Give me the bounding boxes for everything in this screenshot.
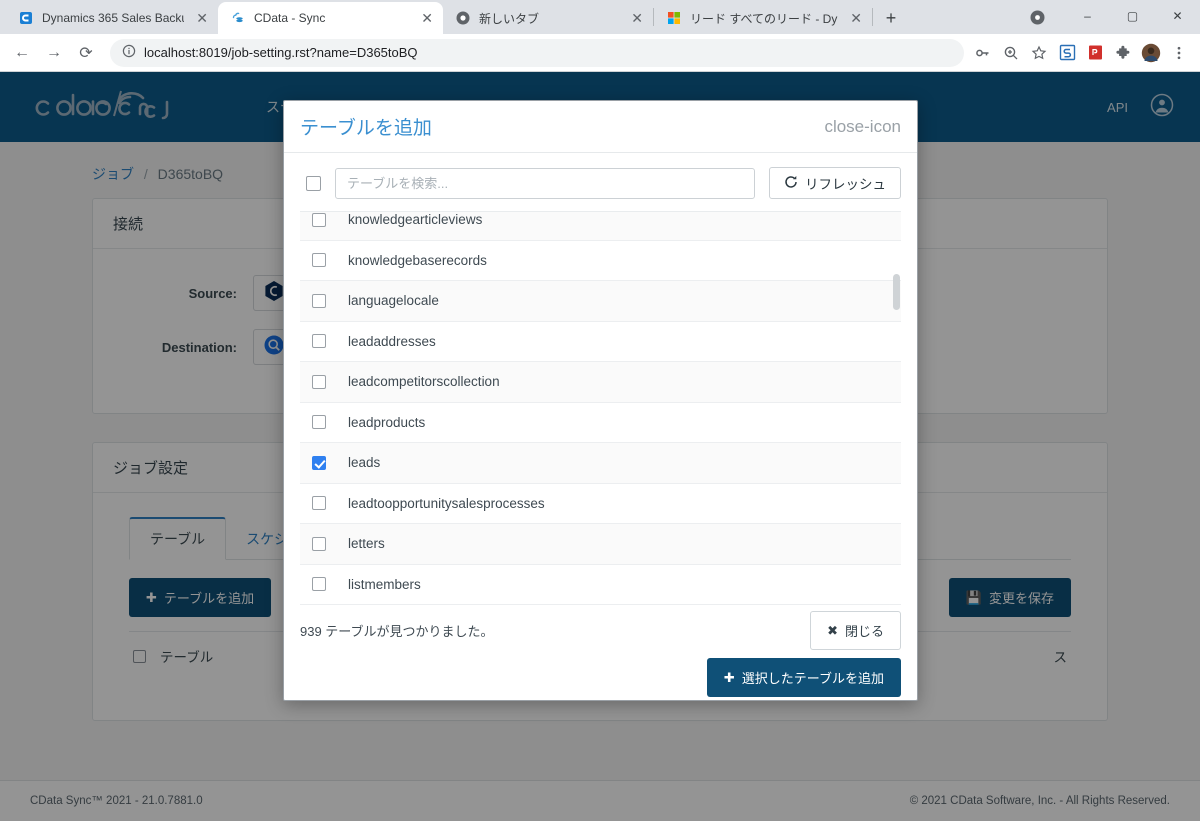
zoom-icon[interactable] — [998, 40, 1024, 66]
table-name: leadaddresses — [348, 333, 436, 349]
window-minimize-button[interactable]: – — [1065, 0, 1110, 32]
back-icon[interactable]: ← — [8, 39, 36, 67]
page-viewport: ステータス API ジョブ / D365toBQ 接続 Source: — [0, 72, 1200, 821]
table-row[interactable]: leads — [300, 443, 901, 484]
profile-avatar-icon[interactable] — [1138, 40, 1164, 66]
toolbar-icons — [970, 40, 1192, 66]
add-tables-modal: テーブルを追加 close-icon リフレッシュ knowledge — [283, 100, 918, 701]
address-bar-url: localhost:8019/job-setting.rst?name=D365… — [144, 45, 418, 60]
modal-title: テーブルを追加 — [300, 118, 432, 139]
key-icon[interactable] — [970, 40, 996, 66]
modal-footer-buttons: ✖ 閉じる ✚ 選択したテーブルを追加 — [706, 611, 901, 697]
reload-icon[interactable]: ⟳ — [72, 39, 100, 67]
select-all-checkbox[interactable] — [306, 175, 321, 191]
row-checkbox[interactable] — [312, 577, 326, 592]
close-icon[interactable]: ✕ — [846, 11, 862, 25]
close-icon[interactable]: ✕ — [417, 11, 433, 25]
row-checkbox[interactable] — [312, 334, 326, 349]
refresh-icon — [784, 175, 798, 192]
row-checkbox[interactable] — [312, 496, 326, 511]
puzzle-extension-icon[interactable] — [1110, 40, 1136, 66]
row-checkbox[interactable] — [312, 293, 326, 308]
browser-tab-0[interactable]: Dynamics 365 Sales Backup | Dyn ✕ — [6, 2, 218, 34]
tables-list[interactable]: knowledgearticleviews knowledgebaserecor… — [300, 211, 901, 605]
info-icon[interactable] — [122, 44, 136, 61]
window-controls: – ▢ ✕ — [1065, 0, 1200, 32]
table-row[interactable]: knowledgearticleviews — [300, 212, 901, 241]
x-icon: ✖ — [827, 622, 838, 638]
browser-tab-title: Dynamics 365 Sales Backup | Dyn — [42, 11, 184, 25]
browser-tab-title: リード すべてのリード - Dynamics 365 — [690, 11, 838, 26]
refresh-button[interactable]: リフレッシュ — [769, 167, 901, 199]
table-row[interactable]: letters — [300, 524, 901, 565]
close-icon[interactable]: ✕ — [192, 11, 208, 25]
add-selected-tables-button[interactable]: ✚ 選択したテーブルを追加 — [706, 658, 901, 697]
row-checkbox[interactable] — [312, 415, 326, 430]
browser-tab-title: CData - Sync — [254, 11, 326, 25]
window-close-button[interactable]: ✕ — [1155, 0, 1200, 32]
table-row[interactable]: leadcompetitorscollection — [300, 362, 901, 403]
modal-search-row: リフレッシュ — [284, 153, 917, 211]
row-checkbox[interactable] — [312, 536, 326, 551]
table-name: leadproducts — [348, 414, 426, 430]
table-row[interactable]: listmembers — [300, 565, 901, 605]
new-tab-button[interactable]: + — [877, 4, 905, 32]
table-name: leads — [348, 455, 381, 471]
table-row[interactable]: leadtoopportunitysalesprocesses — [300, 484, 901, 524]
modal-header: テーブルを追加 close-icon — [284, 101, 917, 153]
browser-tab-1[interactable]: CData - Sync ✕ — [218, 2, 443, 34]
table-row[interactable]: leadproducts — [300, 403, 901, 443]
row-checkbox[interactable] — [312, 212, 326, 227]
close-modal-button-label: 閉じる — [844, 624, 884, 639]
chrome-icon — [455, 10, 471, 26]
pdf-extension-icon[interactable] — [1082, 40, 1108, 66]
row-checkbox[interactable] — [312, 253, 326, 268]
cdata-sync-icon — [230, 10, 246, 26]
kebab-menu-icon[interactable] — [1166, 40, 1192, 66]
list-scrollbar[interactable] — [892, 212, 901, 605]
table-name: knowledgebaserecords — [348, 252, 487, 268]
modal-footer: 939 テーブルが見つかりました。 ✖ 閉じる ✚ 選択したテーブルを追加 — [284, 605, 917, 700]
browser-tab-3[interactable]: リード すべてのリード - Dynamics 365 ✕ — [654, 2, 872, 34]
plus-icon: ✚ — [723, 669, 735, 685]
list-scrollbar-thumb[interactable] — [893, 274, 900, 310]
table-row[interactable]: knowledgebaserecords — [300, 241, 901, 281]
tab-divider — [872, 8, 873, 26]
browser-tab-2[interactable]: 新しいタブ ✕ — [443, 2, 653, 34]
close-modal-button[interactable]: ✖ 閉じる — [810, 611, 901, 650]
forward-icon[interactable]: → — [40, 39, 68, 67]
table-row[interactable]: leadaddresses — [300, 322, 901, 362]
refresh-button-label: リフレッシュ — [805, 177, 886, 192]
star-icon[interactable] — [1026, 40, 1052, 66]
browser-tabstrip: Dynamics 365 Sales Backup | Dyn ✕ CData … — [0, 0, 1200, 34]
s-extension-icon[interactable] — [1054, 40, 1080, 66]
table-row[interactable]: languagelocale — [300, 281, 901, 322]
close-icon[interactable]: close-icon — [824, 118, 901, 135]
window-maximize-button[interactable]: ▢ — [1110, 0, 1155, 32]
table-name: leadcompetitorscollection — [348, 374, 500, 390]
close-icon[interactable]: ✕ — [627, 11, 643, 25]
profile-pin-icon[interactable] — [1026, 6, 1048, 28]
browser-tab-title: 新しいタブ — [479, 11, 540, 26]
search-input[interactable] — [335, 167, 755, 199]
table-name: knowledgearticleviews — [348, 212, 483, 228]
cdata-icon — [18, 10, 34, 26]
table-name: languagelocale — [348, 293, 439, 309]
browser-window: Dynamics 365 Sales Backup | Dyn ✕ CData … — [0, 0, 1200, 821]
microsoft-icon — [666, 10, 682, 26]
browser-toolbar: ← → ⟳ localhost:8019/job-setting.rst?nam… — [0, 34, 1200, 72]
table-name: listmembers — [348, 576, 421, 592]
table-name: leadtoopportunitysalesprocesses — [348, 495, 545, 511]
table-name: letters — [348, 536, 385, 552]
row-checkbox[interactable] — [312, 374, 326, 389]
tables-list-inner: knowledgearticleviews knowledgebaserecor… — [300, 212, 901, 605]
address-bar[interactable]: localhost:8019/job-setting.rst?name=D365… — [110, 38, 964, 67]
add-selected-tables-button-label: 選択したテーブルを追加 — [741, 671, 884, 686]
row-checkbox[interactable] — [312, 455, 326, 470]
